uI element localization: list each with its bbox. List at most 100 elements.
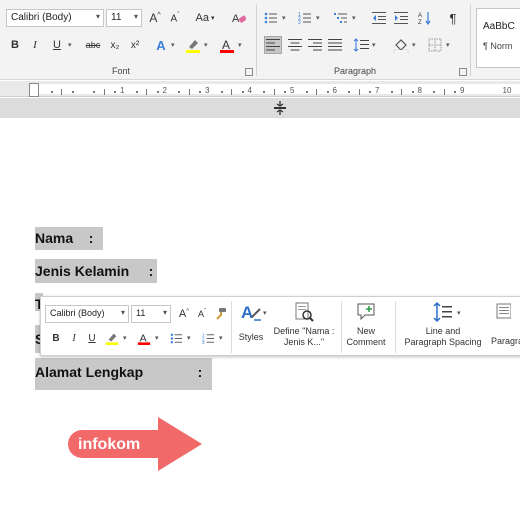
chevron-down-icon[interactable]: ▾ [446, 41, 450, 49]
mini-font-size-dropdown[interactable]: 11 ▾ [131, 305, 171, 323]
borders-button[interactable] [426, 36, 444, 54]
underline-button[interactable]: U [48, 36, 66, 54]
bold-button[interactable]: B [6, 36, 24, 54]
italic-button[interactable]: I [26, 36, 44, 54]
mini-underline-button[interactable]: U [83, 329, 101, 347]
chevron-down-icon[interactable]: ▾ [155, 334, 159, 342]
font-color-button[interactable]: A [218, 36, 236, 54]
chevron-down-icon[interactable]: ▾ [412, 41, 416, 49]
justify-icon [328, 39, 342, 51]
shrink-font-button[interactable]: Aˇ [166, 9, 184, 27]
font-size-dropdown[interactable]: 11 ▾ [106, 9, 142, 27]
text-effects-button[interactable]: A [152, 36, 170, 54]
chevron-down-icon[interactable]: ▾ [187, 334, 191, 342]
mini-numbering-button[interactable]: 123 [199, 329, 217, 347]
document-line[interactable]: Nama : [35, 230, 93, 246]
subscript-button[interactable]: x₂ [106, 36, 124, 54]
chevron-down-icon[interactable]: ▾ [263, 309, 267, 317]
shading-button[interactable] [392, 36, 410, 54]
italic-label: I [33, 39, 37, 51]
subscript-label: x₂ [110, 39, 120, 51]
align-left-button[interactable] [264, 36, 282, 54]
decrease-indent-button[interactable] [370, 9, 388, 27]
define-label-line2: Jenis K..." [283, 337, 325, 347]
styles-gallery[interactable]: AaBbC ¶ Norm [476, 8, 520, 68]
multilevel-list-button[interactable] [332, 9, 350, 27]
line-paragraph-spacing-button[interactable]: Line and Paragraph Spacing [397, 301, 489, 348]
strikethrough-button[interactable]: abc [82, 36, 104, 54]
paragraph-dialog-launcher[interactable] [459, 68, 467, 76]
define-button[interactable]: Define "Nama : Jenis K..." [269, 301, 339, 348]
mini-toolbar: Calibri (Body) ▾ 11 ▾ A^ Aˇ B I U ▾ A ▾ … [40, 296, 520, 356]
bold-label: B [11, 39, 19, 51]
indent-marker[interactable] [29, 83, 39, 97]
sort-button[interactable]: AZ [416, 9, 434, 27]
eraser-icon: A [232, 13, 246, 25]
ruler-tick [411, 91, 414, 93]
chevron-down-icon[interactable]: ▾ [68, 41, 72, 49]
underline-label: U [53, 39, 61, 51]
chevron-down-icon[interactable]: ▾ [316, 14, 320, 22]
chevron-down-icon[interactable]: ▾ [238, 41, 242, 49]
change-case-button[interactable]: Aa ▾ [192, 9, 218, 27]
font-name-dropdown[interactable]: Calibri (Body) ▾ [6, 9, 104, 27]
mini-bold-button[interactable]: B [47, 329, 65, 347]
paragraph-settings-icon [496, 303, 512, 319]
numbering-button[interactable]: 123 [296, 9, 314, 27]
mini-styles-button[interactable]: A Styles [233, 301, 269, 343]
show-formatting-button[interactable]: ¶ [444, 9, 462, 27]
mini-highlight-button[interactable] [103, 329, 121, 347]
ruler-tick [358, 89, 360, 95]
document-line[interactable]: Jenis Kelamin : [35, 263, 153, 279]
mini-bullets-button[interactable] [167, 329, 185, 347]
new-comment-label-line1: New [356, 326, 375, 336]
show-whitespace-icon[interactable] [273, 101, 287, 115]
chevron-down-icon[interactable]: ▾ [282, 14, 286, 22]
paragraph-label: Paragra [491, 336, 520, 346]
horizontal-ruler[interactable]: 1 2 3 4 5 6 7 8 9 10 [0, 81, 520, 97]
chevron-down-icon[interactable]: ▾ [123, 334, 127, 342]
highlight-color-button[interactable] [184, 36, 202, 54]
new-comment-button[interactable]: New Comment [341, 301, 391, 348]
paragraph-settings-button[interactable]: Paragra [491, 301, 520, 347]
define-icon [295, 302, 314, 322]
numbering-icon: 123 [298, 12, 311, 25]
ruler-tick [273, 89, 275, 95]
chevron-down-icon[interactable]: ▾ [219, 334, 223, 342]
define-label-line1: Define "Nama : [273, 326, 335, 336]
clear-formatting-button[interactable]: A [230, 9, 248, 27]
font-name-value: Calibri (Body) [11, 12, 72, 23]
grow-font-button[interactable]: A^ [146, 9, 164, 27]
numbering-icon: 123 [202, 332, 214, 345]
font-dialog-launcher[interactable] [245, 68, 253, 76]
chevron-down-icon[interactable]: ▾ [171, 41, 175, 49]
document-line[interactable]: Alamat Lengkap : [35, 364, 202, 380]
ruler-tick [50, 91, 53, 93]
align-right-button[interactable] [306, 36, 324, 54]
mini-font-name-value: Calibri (Body) [50, 308, 105, 318]
superscript-label: x² [130, 39, 140, 51]
line-spacing-button[interactable] [352, 36, 370, 54]
styles-icon: A [241, 303, 261, 322]
bullets-button[interactable] [262, 9, 280, 27]
decrease-indent-icon [372, 12, 386, 24]
mini-font-color-button[interactable]: A [135, 329, 153, 347]
mini-divider [231, 301, 232, 353]
chevron-down-icon[interactable]: ▾ [352, 14, 356, 22]
mini-italic-button[interactable]: I [65, 329, 83, 347]
align-center-button[interactable] [286, 36, 304, 54]
ruler-number: 2 [162, 86, 167, 95]
line-spacing-icon [353, 38, 369, 52]
mini-grow-font-button[interactable]: A^ [175, 305, 193, 323]
mini-font-name-dropdown[interactable]: Calibri (Body) ▾ [45, 305, 129, 323]
format-painter-button[interactable] [211, 305, 229, 323]
mini-shrink-font-button[interactable]: Aˇ [193, 305, 211, 323]
increase-indent-button[interactable] [392, 9, 410, 27]
chevron-down-icon[interactable]: ▾ [204, 41, 208, 49]
ruler-tick [401, 89, 403, 95]
chevron-down-icon[interactable]: ▾ [457, 309, 461, 317]
page-gap-bar[interactable] [0, 98, 520, 118]
superscript-button[interactable]: x² [126, 36, 144, 54]
chevron-down-icon[interactable]: ▾ [372, 41, 376, 49]
justify-button[interactable] [326, 36, 344, 54]
